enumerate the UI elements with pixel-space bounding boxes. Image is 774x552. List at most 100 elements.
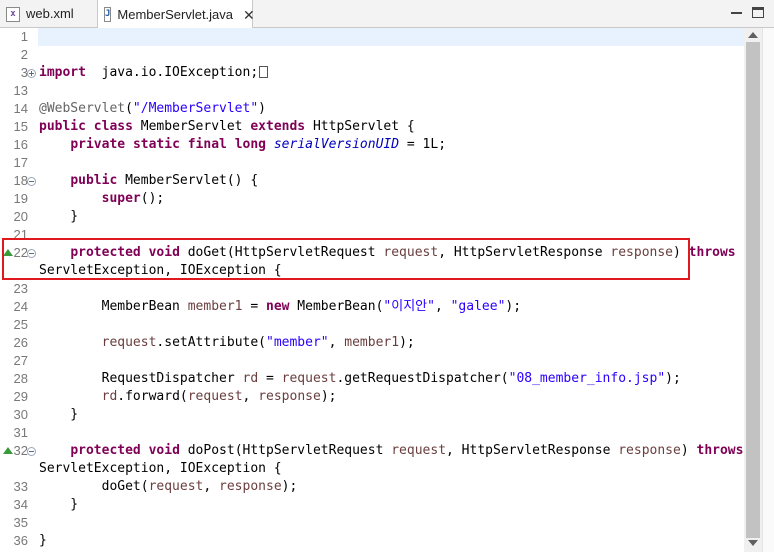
collapse-fold-icon[interactable]	[27, 447, 36, 456]
code-token: throws	[688, 245, 736, 260]
code-token: MemberServlet	[132, 119, 251, 134]
expand-fold-icon[interactable]	[27, 69, 36, 78]
code-line[interactable]: 34 }	[0, 496, 744, 514]
line-number: 36	[13, 533, 28, 548]
code-token: request	[391, 443, 447, 458]
code-token: request	[187, 389, 243, 404]
code-line[interactable]: 23	[0, 280, 744, 298]
code-token: (	[125, 101, 133, 116]
code-token: java.io.IOException;	[85, 65, 259, 80]
code-line[interactable]: 24 MemberBean member1 = new MemberBean("…	[0, 298, 744, 316]
scroll-down-icon[interactable]	[748, 540, 758, 546]
code-line[interactable]: 15 public class MemberServlet extends Htt…	[0, 118, 744, 136]
code-line[interactable]: ServletException, IOException {	[0, 460, 744, 478]
code-token: );	[665, 371, 681, 386]
code-token: );	[281, 479, 298, 494]
code-line[interactable]: 17	[0, 154, 744, 172]
maximize-icon[interactable]	[752, 7, 764, 18]
code-token: MemberServlet() {	[117, 173, 259, 188]
code-text: request.setAttribute("member", member1);	[39, 334, 415, 352]
vertical-scrollbar[interactable]	[744, 28, 762, 552]
code-line[interactable]: 30 }	[0, 406, 744, 424]
code-text: }	[39, 406, 78, 424]
code-token: class	[93, 119, 133, 134]
code-token: );	[399, 335, 415, 350]
code-line[interactable]: 35	[0, 514, 744, 532]
folded-imports-icon[interactable]	[259, 66, 269, 78]
code-text: private static final long serialVersionU…	[39, 136, 446, 154]
code-token: RequestDispatcher	[39, 371, 243, 386]
code-line[interactable]: 27	[0, 352, 744, 370]
code-token: ,	[434, 299, 451, 314]
line-number: 23	[13, 281, 28, 296]
tab-memberservlet-java[interactable]: J MemberServlet.java ✕	[97, 0, 255, 29]
code-text: RequestDispatcher rd = request.getReques…	[39, 370, 681, 388]
scroll-up-icon[interactable]	[748, 32, 758, 38]
code-line[interactable]: 32 protected void doPost(HttpServletRequ…	[0, 442, 744, 460]
line-number: 24	[13, 299, 28, 314]
code-line[interactable]: 19 super();	[0, 190, 744, 208]
code-line[interactable]: 2	[0, 46, 744, 64]
line-number: 18	[13, 173, 28, 188]
code-line[interactable]: 25	[0, 316, 744, 334]
code-line[interactable]: 33 doGet(request, response);	[0, 478, 744, 496]
code-token: HttpServlet {	[305, 119, 415, 134]
line-number: 17	[13, 155, 28, 170]
code-token: doGet(	[39, 479, 149, 494]
code-line[interactable]: 14 @WebServlet("/MemberServlet")	[0, 100, 744, 118]
code-editor[interactable]: 1 2 3 import java.io.IOException; 13 14 @WebSe…	[0, 28, 774, 552]
code-text: public MemberServlet() {	[39, 172, 258, 190]
code-line[interactable]: 3 import java.io.IOException;	[0, 64, 744, 82]
code-token: ,	[328, 335, 345, 350]
code-token: new	[266, 299, 290, 314]
code-token: =	[242, 299, 266, 314]
code-text: }	[39, 532, 47, 550]
code-token: response	[219, 479, 282, 494]
code-text: import java.io.IOException;	[39, 64, 269, 82]
code-token: =	[258, 371, 282, 386]
code-line[interactable]: 36}	[0, 532, 744, 550]
override-triangle-icon	[3, 447, 13, 454]
code-token: throws	[696, 443, 744, 458]
code-line[interactable]: 31	[0, 424, 744, 442]
line-number: 15	[13, 119, 28, 134]
line-number: 27	[13, 353, 28, 368]
code-token: void	[148, 443, 180, 458]
line-number: 13	[13, 83, 28, 98]
tab-web-xml[interactable]: x web.xml	[0, 0, 96, 28]
code-token: member1	[187, 299, 243, 314]
code-token: )	[258, 101, 266, 116]
close-icon[interactable]: ✕	[243, 1, 255, 29]
code-line[interactable]: 16 private static final long serialVersi…	[0, 136, 744, 154]
code-text: public class MemberServlet extends HttpS…	[39, 118, 415, 136]
line-number: 28	[13, 371, 28, 386]
code-token: doPost(HttpServletRequest	[179, 443, 392, 458]
code-line[interactable]: 26 request.setAttribute("member", member…	[0, 334, 744, 352]
line-number: 3	[20, 65, 28, 80]
code-token: public	[70, 173, 118, 188]
code-line[interactable]: 28 RequestDispatcher rd = request.getReq…	[0, 370, 744, 388]
minimize-icon[interactable]	[730, 6, 744, 20]
code-line[interactable]: 13	[0, 82, 744, 100]
code-line[interactable]: 1	[0, 28, 744, 46]
code-token: request	[148, 479, 204, 494]
line-number: 16	[13, 137, 28, 152]
collapse-fold-icon[interactable]	[27, 177, 36, 186]
scrollbar-thumb[interactable]	[746, 42, 760, 538]
code-line[interactable]: 20 }	[0, 208, 744, 226]
tab-label: MemberServlet.java	[117, 6, 234, 22]
code-token: @WebServlet	[39, 101, 126, 116]
code-token: request	[101, 335, 157, 350]
code-line[interactable]: 18 public MemberServlet() {	[0, 172, 744, 190]
code-token: serialVersionUID	[273, 137, 400, 152]
code-line[interactable]: 29 rd.forward(request, response);	[0, 388, 744, 406]
